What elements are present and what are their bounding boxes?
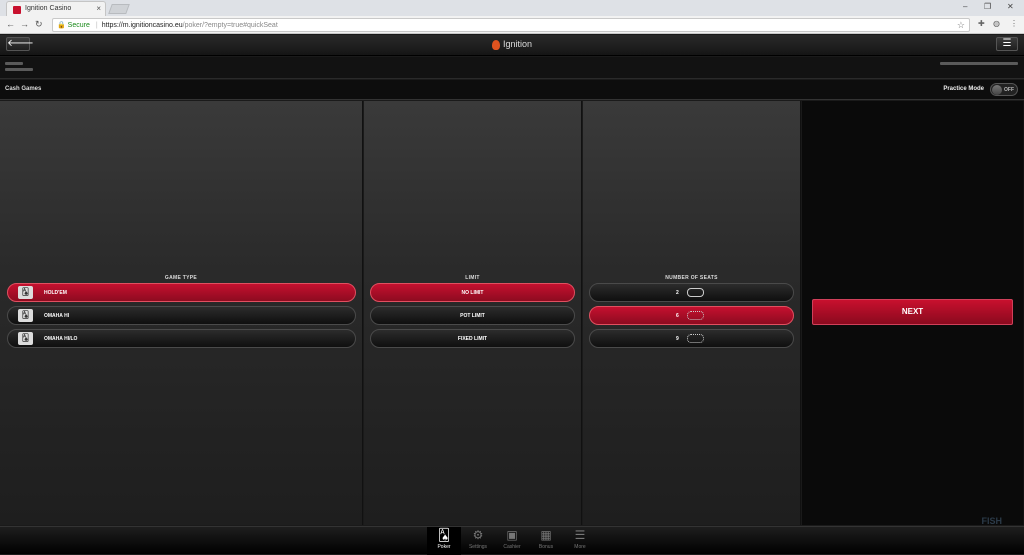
option-label: OMAHA HI/LO (44, 336, 78, 342)
tab-close-icon[interactable]: × (96, 4, 101, 13)
new-tab-button[interactable] (108, 4, 130, 14)
game-type-heading: GAME TYPE (164, 275, 198, 281)
url-path: /poker/?empty=true#quickSeat (182, 22, 278, 29)
nav-label: More (574, 544, 586, 550)
gift-icon: ▦ (540, 528, 552, 542)
toggle-state: OFF (1004, 87, 1014, 93)
browser-back-icon[interactable]: ← (6, 19, 15, 29)
back-button[interactable]: 🡐 (6, 37, 34, 51)
practice-mode-label: Practice Mode (943, 86, 984, 92)
option-label: NO LIMIT (461, 290, 484, 296)
option-label: OMAHA HI (44, 313, 70, 319)
table-icon (687, 288, 704, 297)
lock-icon: 🔒 (57, 22, 66, 29)
nav-settings[interactable]: ⚙ Settings (461, 527, 495, 555)
nav-bonus[interactable]: ▦ Bonus (529, 527, 563, 555)
practice-mode-toggle[interactable]: OFF (990, 83, 1018, 96)
cashier-icon: ▣ (506, 528, 518, 542)
seats-6[interactable]: 6 (589, 306, 794, 325)
limit-heading: LIMIT (465, 275, 480, 281)
bottom-nav: 🂡 Poker ⚙ Settings ▣ Cashier ▦ Bonus ☰ M… (0, 526, 1024, 555)
option-label: 9 (676, 336, 679, 342)
list-icon: ☰ (574, 528, 586, 542)
browser-menu-icon[interactable]: ⋮ (1010, 19, 1018, 28)
browser-toolbar: ← → ↻ 🔒 Secure | https://m.ignitioncasino.… (0, 16, 1024, 34)
app-header: 🡐 Ignition ☰ (0, 35, 1024, 56)
logo-text: Ignition (503, 39, 533, 49)
seats-9[interactable]: 9 (589, 329, 794, 348)
url-bar[interactable]: 🔒 Secure | https://m.ignitioncasino.eu/pok… (52, 18, 970, 32)
game-type-omaha-hi[interactable]: 🂡 OMAHA HI (7, 306, 356, 325)
nav-more[interactable]: ☰ More (563, 527, 597, 555)
nav-label: Settings (468, 544, 488, 550)
browser-tabbar: Ignition Casino × – ❐ ✕ (0, 0, 1024, 16)
nav-cashier[interactable]: ▣ Cashier (495, 527, 529, 555)
nav-label: Cashier (503, 544, 521, 550)
url-host: https://m.ignitioncasino.eu (101, 22, 183, 29)
limit-panel: LIMIT NO LIMIT POT LIMIT FIXED LIMIT (364, 101, 582, 525)
game-type-holdem[interactable]: 🂡 HOLD'EM (7, 283, 356, 302)
blurred-balance (5, 68, 33, 71)
browser-tab[interactable]: Ignition Casino × (6, 1, 106, 16)
cards-icon: 🂡 (18, 309, 33, 322)
table-icon (687, 311, 704, 320)
reload-icon[interactable]: ↻ (35, 19, 43, 30)
seats-panel: NUMBER OF SEATS 2 6 9 (583, 101, 801, 525)
window-close-icon[interactable]: ✕ (1007, 2, 1014, 11)
gear-icon: ⚙ (472, 528, 484, 542)
next-button[interactable]: NEXT (812, 299, 1013, 325)
option-label: 2 (676, 290, 679, 296)
limit-fixed-limit[interactable]: FIXED LIMIT (370, 329, 575, 348)
table-icon (687, 334, 704, 343)
tab-title: Ignition Casino (25, 5, 72, 12)
game-type-panel: GAME TYPE 🂡 HOLD'EM 🂡 OMAHA HI 🂡 OMAHA H… (0, 101, 363, 525)
blurred-user-info (940, 62, 1018, 65)
flame-icon (492, 39, 500, 50)
option-label: POT LIMIT (460, 313, 485, 319)
option-label: 6 (676, 313, 679, 319)
option-label: HOLD'EM (44, 290, 67, 296)
profile-icon[interactable]: ◍ (993, 19, 1000, 28)
seats-heading: NUMBER OF SEATS (665, 275, 718, 281)
toggle-knob (992, 85, 1002, 95)
blurred-account-info (5, 62, 23, 65)
cards-icon: 🂡 (18, 286, 33, 299)
bookmark-star-icon[interactable]: ☆ (957, 20, 965, 31)
nav-label: Bonus (538, 544, 554, 550)
nav-label: Poker (437, 544, 451, 550)
cards-icon: 🂡 (437, 528, 451, 542)
minimize-icon[interactable]: – (963, 2, 967, 11)
url-separator: | (95, 22, 98, 29)
favicon-icon (13, 6, 21, 14)
game-type-omaha-hilo[interactable]: 🂡 OMAHA HI/LO (7, 329, 356, 348)
hamburger-menu-button[interactable]: ☰ (996, 37, 1018, 51)
limit-no-limit[interactable]: NO LIMIT (370, 283, 575, 302)
limit-pot-limit[interactable]: POT LIMIT (370, 306, 575, 325)
ignition-logo: Ignition (492, 39, 532, 50)
secure-label: Secure (67, 22, 90, 29)
account-bar (0, 57, 1024, 79)
watermark-logo: FISH (981, 516, 1002, 526)
cards-icon: 🂡 (18, 332, 33, 345)
nav-poker[interactable]: 🂡 Poker (427, 527, 461, 555)
maximize-icon[interactable]: ❐ (984, 2, 991, 11)
section-title: Cash Games (5, 86, 42, 92)
seats-2[interactable]: 2 (589, 283, 794, 302)
option-label: FIXED LIMIT (457, 336, 488, 342)
section-bar: Cash Games Practice Mode OFF (0, 80, 1024, 100)
extension-icon[interactable]: ✚ (978, 19, 985, 28)
browser-forward-icon[interactable]: → (20, 19, 29, 29)
next-panel: NEXT (802, 101, 1024, 525)
